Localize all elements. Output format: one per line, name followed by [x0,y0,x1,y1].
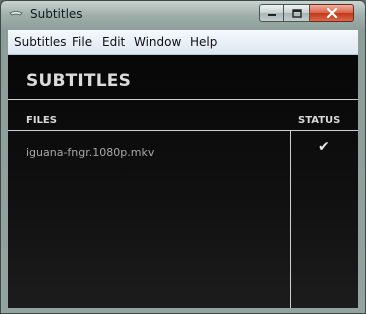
heading-divider [8,99,358,100]
app-icon [9,11,23,16]
title-bar[interactable]: Subtitles [1,1,365,29]
panel-heading: SUBTITLES [26,71,132,91]
menu-subtitles[interactable]: Subtitles [14,35,67,49]
column-divider [290,131,291,308]
file-name: iguana-fngr.1080p.mkv [26,146,155,159]
close-icon [326,8,337,18]
maximize-button[interactable] [284,4,310,22]
header-divider [8,130,358,131]
subtitles-panel: SUBTITLES FILES STATUS iguana-fngr.1080p… [8,55,358,308]
files-column-header: FILES [26,115,57,126]
window-title: Subtitles [30,7,83,21]
menu-help[interactable]: Help [190,35,217,49]
minimize-icon [267,14,276,16]
minimize-button[interactable] [259,4,284,22]
menu-edit[interactable]: Edit [102,35,125,49]
checkmark-icon: ✔ [318,139,330,155]
status-column-header: STATUS [298,115,341,126]
maximize-icon [291,8,302,18]
menu-bar: Subtitles File Edit Window Help [8,30,358,55]
close-button[interactable] [310,4,354,22]
menu-file[interactable]: File [72,35,92,49]
app-window: Subtitles Subtitles File Edit Window Hel… [0,0,366,314]
menu-window[interactable]: Window [134,35,181,49]
